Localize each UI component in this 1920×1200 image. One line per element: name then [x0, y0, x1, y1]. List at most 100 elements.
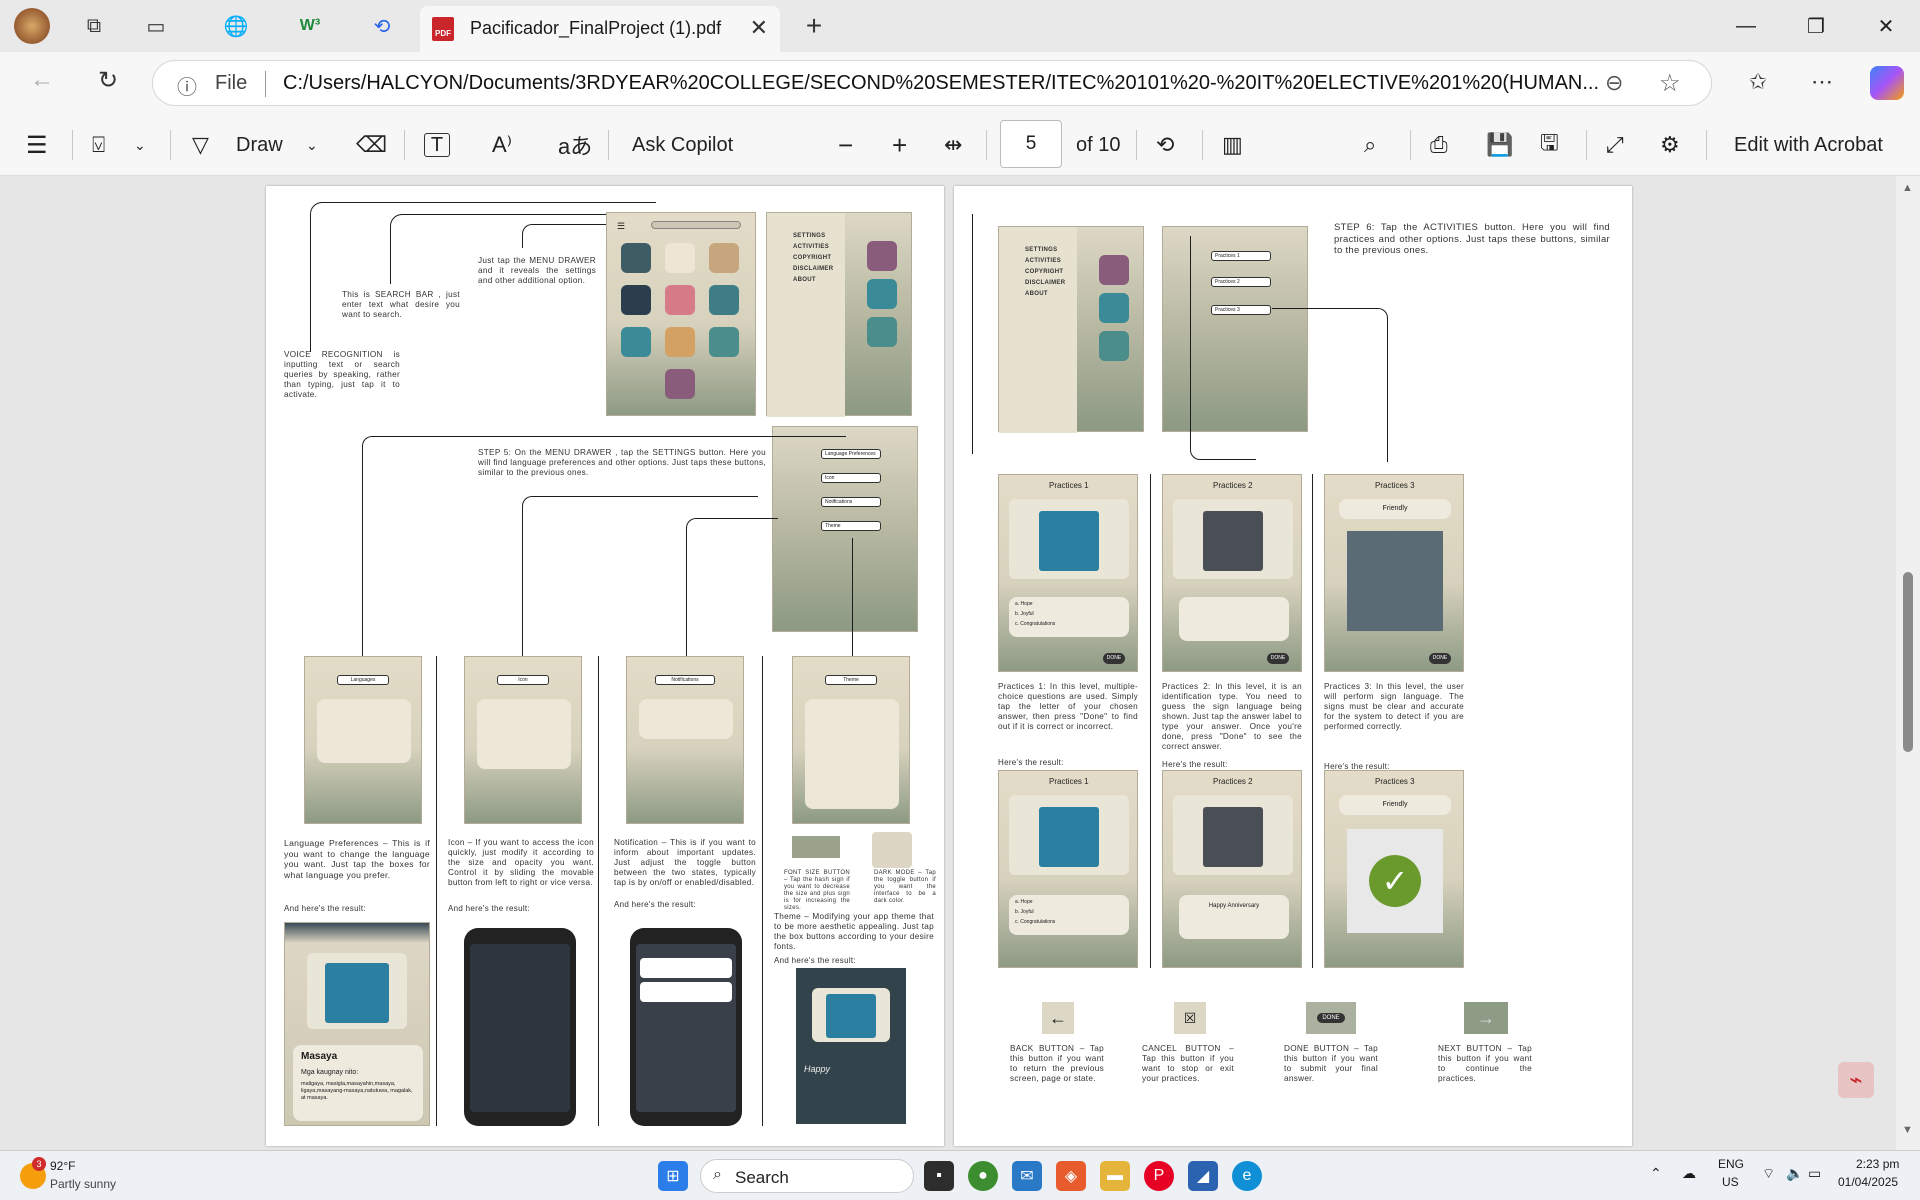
start-icon[interactable]: ⊞ [658, 1161, 688, 1191]
refresh-icon[interactable]: ↻ [94, 66, 122, 94]
weather-temp[interactable]: 92°F [50, 1159, 75, 1173]
divider [598, 656, 599, 1126]
phone-screen [470, 944, 570, 1112]
tray-chevron-icon[interactable]: ⌃ [1650, 1165, 1662, 1182]
taskbar-search[interactable]: ⌕ Search [700, 1159, 914, 1193]
search-icon[interactable]: ⌕ [1364, 128, 1376, 162]
menu-item: ACTIVITIES [793, 244, 830, 250]
connector-line [1272, 308, 1388, 462]
chrome-icon[interactable]: ● [968, 1161, 998, 1191]
wifi-icon[interactable]: ⌔ [1762, 1165, 1775, 1183]
signer-image [1203, 511, 1263, 571]
file-explorer-icon[interactable]: ▬ [1100, 1161, 1130, 1191]
practices3-note: Practices 3: In this level, the user wil… [1324, 682, 1464, 731]
mail-icon[interactable]: ✉ [1012, 1161, 1042, 1191]
pdf-viewer[interactable]: VOICE RECOGNITION is inputting text or s… [0, 176, 1920, 1150]
close-tab-icon[interactable]: ✕ [750, 15, 768, 41]
theme-note: Theme – Modifying your app theme that to… [774, 912, 934, 951]
battery-icon[interactable]: ▭ [1808, 1165, 1821, 1182]
language-indicator[interactable]: ENG [1718, 1157, 1744, 1171]
related-words: maligaya, masigla,masayahin,masaya, liga… [301, 1081, 413, 1101]
options-card [805, 699, 899, 809]
address-bar[interactable]: ⓘ File C:/Users/HALCYON/Documents/3RDYEA… [152, 60, 1712, 106]
zoom-in-button[interactable]: + [892, 128, 907, 162]
save-icon: 💾 [1486, 132, 1514, 157]
settings-icon[interactable]: ⚙ [1660, 128, 1680, 162]
font-size-note: FONT SIZE BUTTON – Tap the hash sign if … [784, 870, 850, 911]
theme-screen: Theme [792, 656, 910, 824]
font-size-control [792, 836, 840, 858]
collections-icon[interactable]: ⧉ [80, 12, 108, 40]
fit-width-icon[interactable]: ⇹ [944, 128, 962, 162]
print-icon[interactable]: ⎙ [1430, 128, 1448, 162]
rotate-icon[interactable]: ⟲ [1156, 128, 1174, 162]
clock-time[interactable]: 2:23 pm [1856, 1157, 1899, 1171]
step6-note: STEP 6: Tap the ACTIVITIES button. Here … [1334, 222, 1610, 256]
scrollbar-thumb[interactable] [1903, 572, 1913, 752]
profile-avatar-icon[interactable] [14, 8, 50, 44]
vertical-tabs-icon[interactable]: ▭ [142, 12, 170, 40]
text-box-icon[interactable]: T [424, 133, 450, 157]
chevron-down-icon[interactable]: ⌄ [306, 128, 318, 162]
clock-date[interactable]: 01/04/2025 [1838, 1175, 1898, 1189]
checkmark-icon: ✓ [1369, 855, 1421, 907]
zoom-out-icon[interactable]: ⊖ [1605, 70, 1623, 96]
more-menu-icon[interactable]: ⋯ [1808, 68, 1836, 96]
draw-button[interactable]: Draw [236, 128, 283, 162]
ask-copilot-button[interactable]: Ask Copilot [632, 128, 733, 162]
practices1-note: Practices 1: In this level, multiple-cho… [998, 682, 1138, 731]
search-bar-note: This is SEARCH BAR , just enter text wha… [342, 290, 460, 319]
screen-title: Practices 3 [1375, 777, 1415, 786]
w3schools-tab-icon[interactable]: W³ [296, 12, 324, 40]
favorites-icon[interactable]: ✩ [1744, 68, 1772, 96]
file-label: File [215, 72, 248, 94]
onedrive-icon[interactable]: ☁ [1682, 1165, 1696, 1182]
close-window-icon[interactable]: ✕ [1866, 8, 1906, 44]
divider [1150, 474, 1151, 968]
save-as-icon[interactable]: 🖫 [1540, 128, 1559, 162]
new-tab-icon[interactable]: + [800, 10, 828, 41]
done-button-icon: DONE [1306, 1002, 1356, 1034]
scroll-up-icon[interactable]: ▲ [1902, 182, 1913, 194]
app-icon[interactable]: ◈ [1056, 1161, 1086, 1191]
contents-icon[interactable]: ☰ [26, 128, 48, 162]
weather-desc[interactable]: Partly sunny [50, 1177, 116, 1191]
scroll-down-icon[interactable]: ▼ [1902, 1124, 1913, 1136]
chevron-down-icon[interactable]: ⌄ [134, 128, 146, 162]
info-icon[interactable]: ⓘ [177, 71, 197, 100]
edge-icon[interactable]: e [1232, 1161, 1262, 1191]
minimize-icon[interactable]: — [1726, 8, 1766, 44]
read-aloud-icon[interactable]: A⁾ [492, 128, 512, 162]
page-view-icon[interactable]: ▥ [1222, 128, 1243, 162]
zoom-out-button[interactable]: − [838, 128, 853, 162]
vertical-scrollbar[interactable]: ▲ ▼ [1896, 176, 1920, 1150]
menu-item: COPYRIGHT [1025, 269, 1064, 275]
app-icon[interactable]: ◢ [1188, 1161, 1218, 1191]
translate-icon[interactable]: aあ [558, 128, 592, 162]
menu-item: SETTINGS [1025, 247, 1058, 253]
fullscreen-icon[interactable]: ⤢ [1606, 128, 1624, 162]
page-number-input[interactable]: 5 [1000, 120, 1062, 168]
favorite-star-icon[interactable]: ☆ [1659, 69, 1681, 98]
app-tile [1099, 255, 1129, 285]
copilot-icon[interactable] [1870, 66, 1904, 100]
url-text[interactable]: C:/Users/HALCYON/Documents/3RDYEAR%20COL… [283, 72, 1623, 95]
edit-with-acrobat-button[interactable]: Edit with Acrobat [1734, 128, 1883, 162]
globe-tab-icon[interactable]: 🌐 [222, 12, 250, 40]
active-tab[interactable]: PDF Pacificador_FinalProject (1).pdf ✕ [420, 6, 780, 52]
app-tab-icon[interactable]: ⟲ [368, 12, 396, 40]
task-view-icon[interactable]: ▪ [924, 1161, 954, 1191]
result-frame: ✓ [1347, 829, 1443, 933]
restore-icon[interactable]: ❐ [1796, 8, 1836, 44]
volume-icon[interactable]: 🔈 [1786, 1165, 1803, 1182]
pinterest-icon[interactable]: P [1144, 1161, 1174, 1191]
highlight-icon[interactable]: ⍌ [92, 128, 105, 162]
acrobat-floating-icon[interactable]: ⌁ [1838, 1062, 1874, 1098]
menu-drawer-mockup: SETTINGS ACTIVITIES COPYRIGHT DISCLAIMER… [766, 212, 912, 417]
back-icon[interactable]: ← [28, 66, 56, 94]
erase-icon[interactable]: ⌫ [356, 128, 387, 162]
target-word: Friendly [1339, 499, 1451, 519]
draw-icon[interactable]: ▽ [192, 128, 209, 162]
answer-field [1179, 597, 1289, 641]
region-indicator[interactable]: US [1722, 1175, 1739, 1189]
